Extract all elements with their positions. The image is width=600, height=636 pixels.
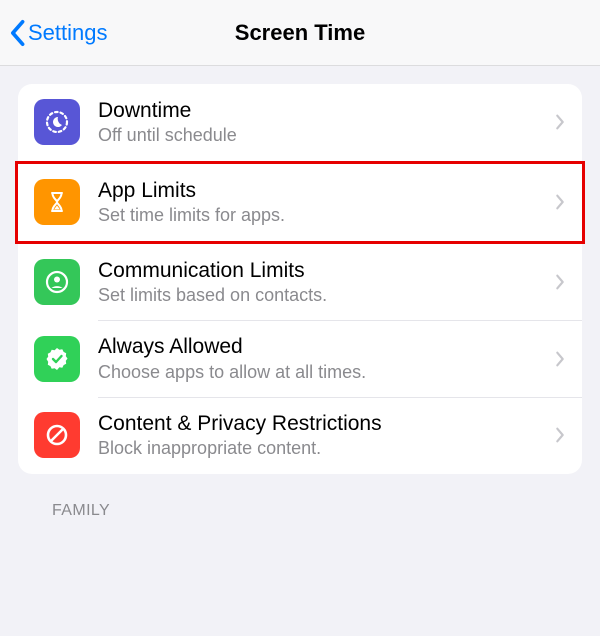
row-subtitle: Block inappropriate content. [98, 437, 546, 460]
chevron-right-icon [546, 273, 566, 291]
row-title: App Limits [98, 178, 546, 204]
row-always-allowed[interactable]: Always Allowed Choose apps to allow at a… [18, 320, 582, 397]
row-subtitle: Set time limits for apps. [98, 204, 546, 227]
back-button[interactable]: Settings [8, 19, 108, 47]
chevron-right-icon [546, 350, 566, 368]
check-seal-icon [34, 336, 80, 382]
contact-circle-icon [34, 259, 80, 305]
row-app-limits[interactable]: App Limits Set time limits for apps. [15, 161, 585, 244]
row-subtitle: Off until schedule [98, 124, 546, 147]
row-downtime[interactable]: Downtime Off until schedule [18, 84, 582, 161]
row-title: Content & Privacy Restrictions [98, 411, 546, 437]
chevron-right-icon [546, 193, 566, 211]
row-subtitle: Set limits based on contacts. [98, 284, 546, 307]
content: Downtime Off until schedule App Limits S… [0, 66, 600, 528]
row-title: Always Allowed [98, 334, 546, 360]
row-content-privacy[interactable]: Content & Privacy Restrictions Block ina… [18, 397, 582, 474]
row-subtitle: Choose apps to allow at all times. [98, 361, 546, 384]
chevron-right-icon [546, 113, 566, 131]
chevron-left-icon [8, 19, 26, 47]
row-title: Communication Limits [98, 258, 546, 284]
row-communication-limits[interactable]: Communication Limits Set limits based on… [18, 244, 582, 321]
chevron-right-icon [546, 426, 566, 444]
settings-group: Downtime Off until schedule App Limits S… [18, 84, 582, 474]
clock-moon-icon [34, 99, 80, 145]
hourglass-icon [34, 179, 80, 225]
row-title: Downtime [98, 98, 546, 124]
section-header-family: FAMILY [18, 474, 582, 528]
no-symbol-icon [34, 412, 80, 458]
back-label: Settings [28, 20, 108, 46]
nav-bar: Settings Screen Time [0, 0, 600, 66]
